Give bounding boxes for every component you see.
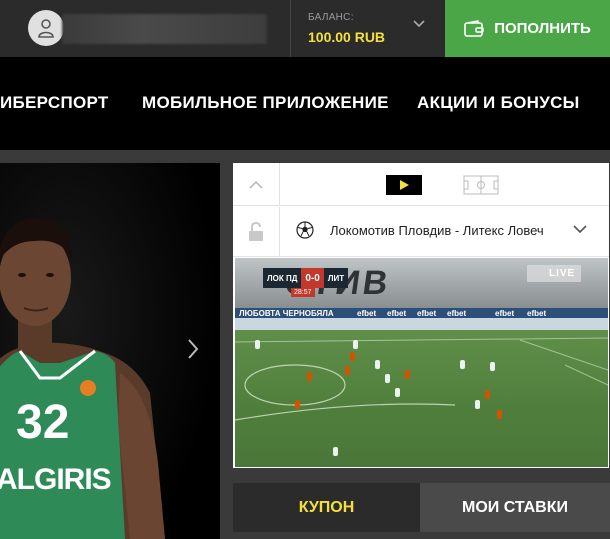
wallet-icon [464,19,484,37]
live-badge: LIVE [527,265,582,282]
soccer-ball-icon [296,221,314,239]
nav-item-mobile-app[interactable]: МОБИЛЬНОЕ ПРИЛОЖЕНИЕ [142,93,389,113]
username-redacted [62,14,267,44]
match-selector[interactable]: Локомотив Пловдив - Литекс Ловеч [233,207,609,257]
player-marker [395,388,400,397]
player-marker [345,366,350,375]
player-marker [405,370,410,379]
tab-my-bets[interactable]: МОИ СТАВКИ [420,483,610,532]
promo-banner[interactable]: 32 ALGIRIS [0,163,220,539]
panel-toolbar [233,163,609,206]
top-bar: БАЛАНС: 100.00 RUB ПОПОЛНИТЬ [0,0,610,57]
player-marker [295,400,300,409]
player-marker [490,362,495,371]
player-marker [485,390,490,399]
player-marker [460,360,465,369]
jersey-text: ALGIRIS [0,463,112,496]
main-nav: ИБЕРСПОРТ МОБИЛЬНОЕ ПРИЛОЖЕНИЕ АКЦИИ И Б… [0,57,610,150]
topup-label: ПОПОЛНИТЬ [494,20,591,37]
pitch [235,330,608,467]
topup-button[interactable]: ПОПОЛНИТЬ [445,0,610,57]
balance-value: 100.00 RUB [308,29,386,45]
live-video-player[interactable]: СТИВ ЛЮБОВТА ЧЕРНОБЯЛА efbet efbet efbet… [235,258,608,467]
video-toggle-button[interactable] [386,175,422,195]
home-team-abbr: ЛОК ПД [263,268,302,288]
balance-label: БАЛАНС: [308,12,354,23]
ad-board-lower [235,318,608,330]
match-panel: Локомотив Пловдив - Литекс Ловеч СТИВ ЛЮ… [233,163,609,468]
jersey-number: 32 [16,396,70,449]
player-marker [353,340,358,349]
unlock-icon [249,222,263,241]
nav-item-promotions[interactable]: АКЦИИ И БОНУСЫ [417,93,580,113]
ad-board-text: ЛЮБОВТА ЧЕРНОБЯЛА [239,309,334,318]
pitch-lines [235,337,608,421]
ad-board-text: efbet [417,309,437,318]
chevron-down-icon [573,225,587,234]
tab-coupon[interactable]: КУПОН [233,483,420,532]
nav-item-esports[interactable]: ИБЕРСПОРТ [0,93,109,113]
chevron-down-icon [413,20,425,28]
player-marker [385,374,390,383]
score-value: 0-0 [301,268,324,288]
player-marker [475,400,480,409]
avatar[interactable] [28,10,64,46]
ad-board-text: efbet [387,309,407,318]
player-marker [350,352,355,361]
player-marker [375,360,380,369]
collapse-button[interactable] [233,163,280,206]
ad-board-text: efbet [357,309,377,318]
player-marker [497,410,502,419]
user-icon [38,19,54,38]
ad-board-text: efbet [527,309,547,318]
match-time: 28:57 [291,288,315,297]
match-name: Локомотив Пловдив - Литекс Ловеч [330,223,544,238]
ad-board-text: efbet [447,309,467,318]
chevron-right-icon[interactable] [186,338,200,360]
player-marker [333,447,338,456]
player-marker [255,340,260,349]
chevron-up-icon [249,180,263,189]
ad-board-text: efbet [495,309,515,318]
play-icon [400,180,409,190]
balance-dropdown[interactable]: БАЛАНС: 100.00 RUB [290,0,445,57]
lock-button[interactable] [233,207,280,257]
away-team-abbr: ЛИТ [323,268,349,288]
score-bug: ЛОК ПД 0-0 ЛИТ [263,268,349,288]
field-icon[interactable] [463,175,499,195]
player-marker [307,372,312,381]
